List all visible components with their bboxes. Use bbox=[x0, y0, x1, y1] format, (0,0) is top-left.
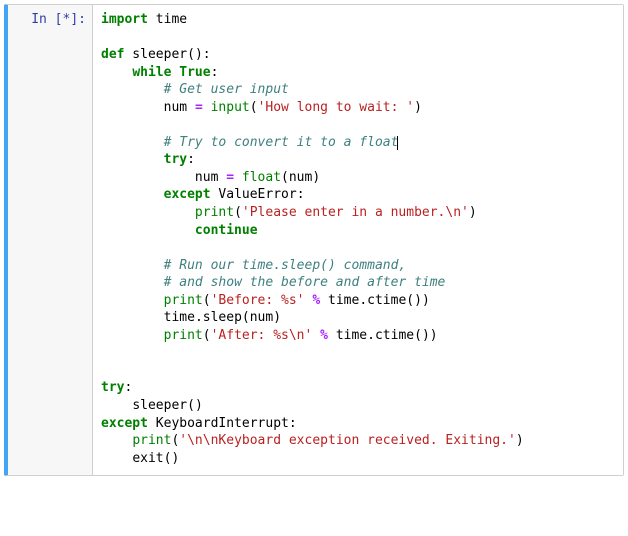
dot: . bbox=[367, 328, 375, 343]
var-num: num bbox=[164, 100, 195, 115]
colon: : bbox=[211, 65, 219, 80]
space bbox=[234, 170, 242, 185]
module-time: time bbox=[320, 293, 359, 308]
builtin-input: input bbox=[211, 100, 250, 115]
space bbox=[203, 100, 211, 115]
keyword-except: except bbox=[164, 187, 211, 202]
text-cursor bbox=[397, 136, 398, 150]
module-time: time bbox=[164, 310, 195, 325]
keyword-try: try bbox=[101, 380, 124, 395]
paren: ( bbox=[281, 170, 289, 185]
keyword-def: def bbox=[101, 47, 124, 62]
paren: ) bbox=[422, 293, 430, 308]
keyword-continue: continue bbox=[195, 223, 258, 238]
op-mod: % bbox=[320, 328, 328, 343]
colon: : bbox=[187, 152, 195, 167]
exc-keyboardinterrupt: KeyboardInterrupt bbox=[148, 416, 289, 431]
paren: ( bbox=[242, 310, 250, 325]
const-true: True bbox=[179, 65, 210, 80]
notebook-cell: In [*]: import time def sleeper(): while… bbox=[4, 4, 624, 476]
paren: ( bbox=[234, 205, 242, 220]
paren: ( bbox=[250, 100, 258, 115]
paren: ) bbox=[414, 100, 422, 115]
paren: ( bbox=[406, 293, 414, 308]
paren: ) bbox=[516, 433, 524, 448]
comment-run-sleep: # Run our time.sleep() command, bbox=[164, 258, 407, 273]
code-content[interactable]: import time def sleeper(): while True: #… bbox=[101, 11, 615, 467]
comment-show-time: # and show the before and after time bbox=[164, 275, 446, 290]
builtin-exit: exit bbox=[132, 451, 163, 466]
string-kb-exit: '\n\nKeyboard exception received. Exitin… bbox=[179, 433, 516, 448]
op-assign: = bbox=[195, 100, 203, 115]
paren: ) bbox=[171, 451, 179, 466]
paren: ) bbox=[430, 328, 438, 343]
paren: ) bbox=[414, 293, 422, 308]
method-ctime: ctime bbox=[367, 293, 406, 308]
builtin-print: print bbox=[164, 328, 203, 343]
paren: ) bbox=[273, 310, 281, 325]
builtin-print: print bbox=[132, 433, 171, 448]
string-enter-number: 'Please enter in a number.\n' bbox=[242, 205, 469, 220]
paren: ) bbox=[422, 328, 430, 343]
builtin-print: print bbox=[164, 293, 203, 308]
keyword-try: try bbox=[164, 152, 187, 167]
cell-prompt: In [*]: bbox=[8, 5, 92, 35]
space bbox=[312, 328, 320, 343]
paren: ( bbox=[187, 398, 195, 413]
paren: ) bbox=[195, 47, 203, 62]
prompt-suffix: ]: bbox=[70, 12, 86, 27]
code-editor[interactable]: import time def sleeper(): while True: #… bbox=[92, 5, 623, 475]
comment-get-input: # Get user input bbox=[164, 82, 289, 97]
paren: ( bbox=[203, 293, 211, 308]
colon: : bbox=[289, 416, 297, 431]
dot: . bbox=[195, 310, 203, 325]
method-sleep: sleep bbox=[203, 310, 242, 325]
op-assign: = bbox=[226, 170, 234, 185]
module-time: time bbox=[328, 328, 367, 343]
builtin-print: print bbox=[195, 205, 234, 220]
colon: : bbox=[297, 187, 305, 202]
colon: : bbox=[124, 380, 132, 395]
paren: ) bbox=[195, 398, 203, 413]
dot: . bbox=[359, 293, 367, 308]
paren: ) bbox=[469, 205, 477, 220]
keyword-import: import bbox=[101, 12, 148, 27]
var-num: num bbox=[250, 310, 273, 325]
string-before: 'Before: %s' bbox=[211, 293, 305, 308]
exc-valueerror: ValueError bbox=[211, 187, 297, 202]
colon: : bbox=[203, 47, 211, 62]
paren: ) bbox=[312, 170, 320, 185]
prompt-prefix: In [ bbox=[31, 12, 62, 27]
method-ctime: ctime bbox=[375, 328, 414, 343]
var-num: num bbox=[195, 170, 226, 185]
keyword-except: except bbox=[101, 416, 148, 431]
string-prompt: 'How long to wait: ' bbox=[258, 100, 415, 115]
string-after: 'After: %s\n' bbox=[211, 328, 313, 343]
keyword-while: while bbox=[132, 65, 171, 80]
builtin-float: float bbox=[242, 170, 281, 185]
comment-try-convert: # Try to convert it to a float bbox=[164, 135, 399, 150]
module-time: time bbox=[148, 12, 187, 27]
op-mod: % bbox=[312, 293, 320, 308]
paren: ( bbox=[203, 328, 211, 343]
var-num: num bbox=[289, 170, 312, 185]
call-sleeper: sleeper bbox=[132, 398, 187, 413]
func-name-sleeper: sleeper bbox=[124, 47, 187, 62]
paren: ( bbox=[414, 328, 422, 343]
paren: ( bbox=[187, 47, 195, 62]
